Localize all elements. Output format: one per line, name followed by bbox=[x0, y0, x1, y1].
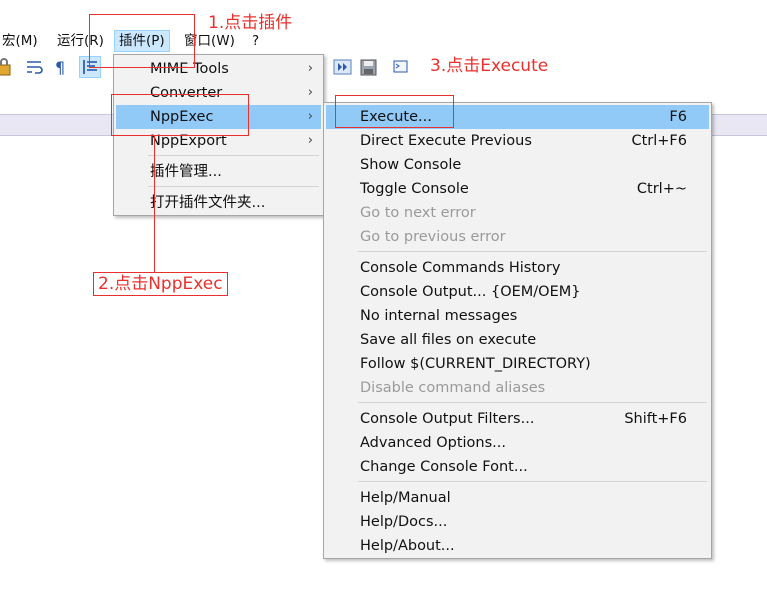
console-icon[interactable] bbox=[392, 57, 412, 77]
menu-separator bbox=[148, 186, 319, 187]
chevron-right-icon: › bbox=[307, 85, 313, 100]
nppexec-item-console-commands-history[interactable]: Console Commands History bbox=[326, 256, 709, 280]
chevron-right-icon: › bbox=[307, 61, 313, 76]
save-macro-icon[interactable] bbox=[359, 57, 379, 77]
annotation-step2: 2.点击NppExec bbox=[93, 272, 228, 296]
annotation-step3: 3.点击Execute bbox=[430, 56, 549, 76]
plugins-item-plugin-manager[interactable]: 插件管理... bbox=[116, 160, 321, 184]
pilcrow-icon[interactable]: ¶ bbox=[53, 57, 73, 77]
nppexec-item-no-internal-messages[interactable]: No internal messages bbox=[326, 304, 709, 328]
chevron-right-icon: › bbox=[307, 109, 313, 124]
nppexec-item-direct-execute-previous[interactable]: Direct Execute Previous Ctrl+F6 bbox=[326, 129, 709, 153]
nppexec-item-disable-command-aliases: Disable command aliases bbox=[360, 380, 546, 396]
nppexec-item-show-console[interactable]: Show Console bbox=[326, 153, 709, 177]
menu-separator bbox=[358, 251, 707, 252]
annotation-connector-line bbox=[154, 136, 155, 272]
menu-separator bbox=[358, 402, 707, 403]
menu-help[interactable]: ? bbox=[252, 30, 259, 52]
nppexec-item-toggle-console[interactable]: Toggle Console Ctrl+~ bbox=[326, 177, 709, 201]
nppexec-item-console-output[interactable]: Console Output... {OEM/OEM} bbox=[326, 280, 709, 304]
menu-macro[interactable]: 宏(M) bbox=[2, 30, 38, 52]
nppexec-item-console-output-filters[interactable]: Console Output Filters... Shift+F6 bbox=[326, 407, 709, 431]
menu-separator bbox=[148, 155, 319, 156]
annotation-step1: 1.点击插件 bbox=[208, 13, 293, 33]
nppexec-item-help-about[interactable]: Help/About... bbox=[326, 534, 709, 558]
nppexec-item-help-manual[interactable]: Help/Manual bbox=[326, 486, 709, 510]
nppexec-item-advanced-options[interactable]: Advanced Options... bbox=[326, 431, 709, 455]
svg-text:¶: ¶ bbox=[55, 58, 65, 77]
word-wrap-icon[interactable] bbox=[25, 57, 45, 77]
annotation-box-execute bbox=[335, 95, 454, 128]
nppexec-item-follow-current-directory[interactable]: Follow $(CURRENT_DIRECTORY) bbox=[326, 352, 709, 376]
nppexec-item-save-all-files[interactable]: Save all files on execute bbox=[326, 328, 709, 352]
nppexec-item-go-prev-error: Go to previous error bbox=[360, 229, 506, 245]
plugins-item-open-plugins-folder[interactable]: 打开插件文件夹... bbox=[116, 191, 321, 215]
annotation-box-plugins bbox=[89, 14, 195, 68]
nppexec-item-help-docs[interactable]: Help/Docs... bbox=[326, 510, 709, 534]
nppexec-item-go-next-error: Go to next error bbox=[360, 205, 476, 221]
nppexec-submenu: Execute... F6 Direct Execute Previous Ct… bbox=[323, 102, 712, 559]
nppexec-item-change-console-font[interactable]: Change Console Font... bbox=[326, 455, 709, 479]
chevron-right-icon: › bbox=[307, 133, 313, 148]
run-macro-icon[interactable] bbox=[333, 57, 353, 77]
lock-icon[interactable] bbox=[0, 57, 16, 77]
annotation-box-nppexec bbox=[111, 94, 249, 136]
menu-separator bbox=[358, 481, 707, 482]
